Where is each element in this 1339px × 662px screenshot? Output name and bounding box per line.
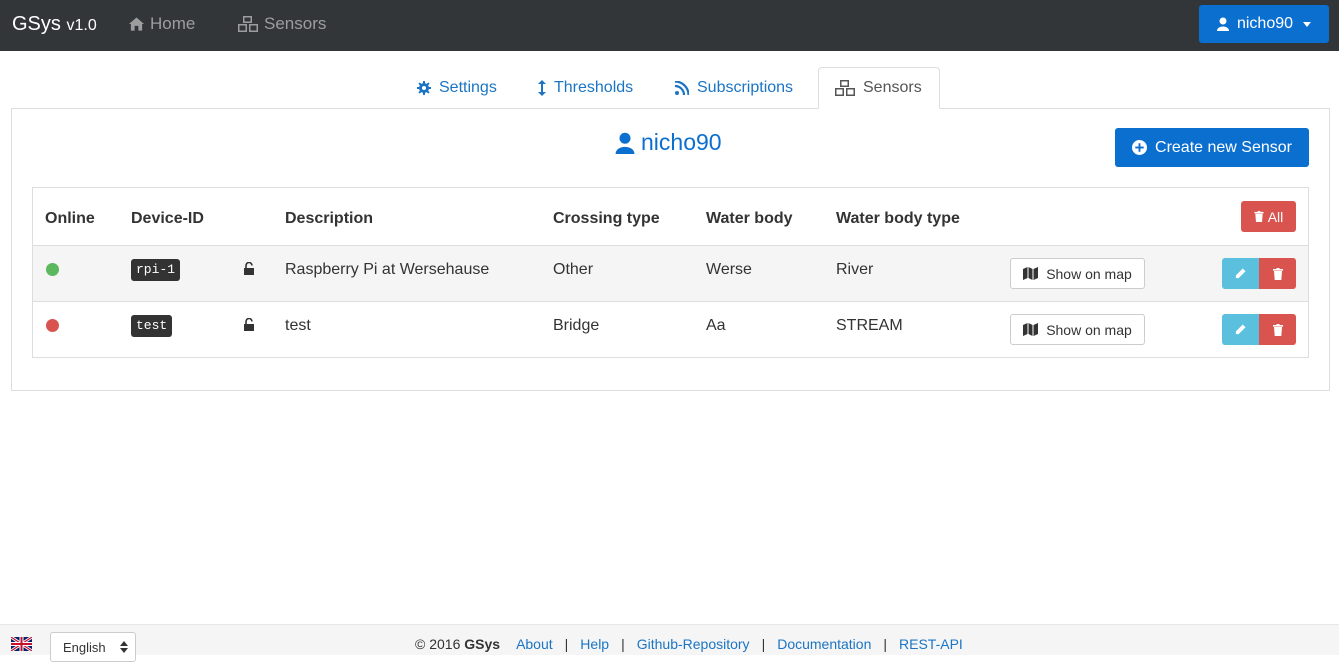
footer-separator: | <box>564 636 569 652</box>
cell-description: Raspberry Pi at Wersehause <box>285 261 490 278</box>
footer-link-rest-api[interactable]: REST-API <box>899 636 963 652</box>
trash-icon <box>1254 211 1264 222</box>
plus-circle-icon <box>1132 140 1148 155</box>
show-on-map-label: Show on map <box>1046 265 1132 282</box>
unlock-icon <box>244 318 254 331</box>
delete-all-label: All <box>1267 208 1284 225</box>
nav-sensors-label: Sensors <box>264 14 327 33</box>
header-crossing-type: Crossing type <box>553 210 660 227</box>
panel-username: nicho90 <box>641 129 722 155</box>
brand-name: GSys <box>12 13 61 35</box>
footer-separator: | <box>761 636 766 652</box>
trash-icon <box>1272 323 1283 336</box>
sort-arrows-icon <box>119 641 128 653</box>
footer-brand: GSys <box>464 636 501 652</box>
header-water-body: Water body <box>706 210 793 227</box>
nav-home-label: Home <box>150 14 196 33</box>
header-device-id: Device-ID <box>131 210 204 227</box>
footer-separator: | <box>883 636 888 652</box>
cell-crossing-type: Other <box>553 261 594 278</box>
tab-thresholds[interactable]: Thresholds <box>522 67 649 109</box>
show-on-map-button[interactable]: Show on map <box>1010 314 1145 345</box>
tab-sensors-label: Sensors <box>863 79 922 96</box>
rss-icon <box>675 81 689 95</box>
cell-water-body-type: River <box>836 261 874 278</box>
cubes-icon <box>238 16 258 32</box>
tab-settings[interactable]: Settings <box>401 67 513 109</box>
top-navbar: GSys v1.0 Home Sensors nicho90 <box>0 0 1339 51</box>
cell-water-body-type: STREAM <box>836 317 903 334</box>
create-sensor-button[interactable]: Create new Sensor <box>1115 128 1309 167</box>
create-sensor-label: Create new Sensor <box>1155 138 1292 156</box>
cell-description: test <box>285 317 311 334</box>
unlock-icon <box>244 262 254 275</box>
footer-links: © 2016 GSys About | Help | Github-Reposi… <box>415 636 963 652</box>
caret-down-icon <box>1303 21 1312 27</box>
cubes-icon <box>835 80 855 96</box>
show-on-map-button[interactable]: Show on map <box>1010 258 1145 289</box>
delete-sensor-button[interactable] <box>1259 314 1296 345</box>
uk-flag-icon <box>11 637 32 651</box>
user-menu-label: nicho90 <box>1236 15 1294 32</box>
delete-all-button[interactable]: All <box>1241 201 1296 232</box>
header-water-body-type: Water body type <box>836 210 960 227</box>
footer-link-about[interactable]: About <box>516 636 553 652</box>
language-select-value: English <box>63 639 106 655</box>
tab-subscriptions[interactable]: Subscriptions <box>659 67 809 109</box>
edit-sensor-button[interactable] <box>1222 314 1259 345</box>
cell-water-body: Aa <box>706 317 726 334</box>
brand-version: v1.0 <box>66 17 97 34</box>
footer-copyright: © 2016 <box>415 636 461 652</box>
trash-icon <box>1272 267 1283 280</box>
tab-settings-label: Settings <box>439 79 497 96</box>
device-id-badge: rpi-1 <box>131 259 181 281</box>
edit-sensor-button[interactable] <box>1222 258 1259 289</box>
cell-water-body: Werse <box>706 261 752 278</box>
language-select[interactable]: English <box>50 632 136 662</box>
user-icon <box>1216 17 1229 31</box>
footer-link-documentation[interactable]: Documentation <box>777 636 871 652</box>
header-online: Online <box>45 210 95 227</box>
user-icon <box>615 132 635 154</box>
user-menu-button[interactable]: nicho90 <box>1199 5 1329 43</box>
tab-subscriptions-label: Subscriptions <box>697 79 794 96</box>
tab-sensors[interactable]: Sensors <box>818 67 940 109</box>
gear-icon <box>417 81 431 95</box>
online-status-indicator <box>46 263 59 276</box>
footer-separator: | <box>621 636 625 652</box>
footer-link-github[interactable]: Github-Repository <box>637 636 750 652</box>
map-icon <box>1023 323 1039 336</box>
show-on-map-label: Show on map <box>1046 321 1132 338</box>
home-icon <box>129 17 144 31</box>
offline-status-indicator <box>46 319 59 332</box>
nav-home-link[interactable]: Home <box>129 13 195 35</box>
pencil-icon <box>1235 268 1246 279</box>
cell-crossing-type: Bridge <box>553 317 600 334</box>
vertical-arrows-icon <box>538 80 546 96</box>
delete-sensor-button[interactable] <box>1259 258 1296 289</box>
map-icon <box>1023 267 1039 280</box>
header-description: Description <box>285 210 374 227</box>
brand-logo[interactable]: GSys v1.0 <box>12 12 97 38</box>
footer-link-help[interactable]: Help <box>580 636 609 652</box>
pencil-icon <box>1235 324 1246 335</box>
tab-thresholds-label: Thresholds <box>554 79 634 96</box>
nav-sensors-link[interactable]: Sensors <box>238 13 326 35</box>
device-id-badge: test <box>131 315 173 337</box>
panel-user-heading: nicho90 <box>615 129 722 156</box>
